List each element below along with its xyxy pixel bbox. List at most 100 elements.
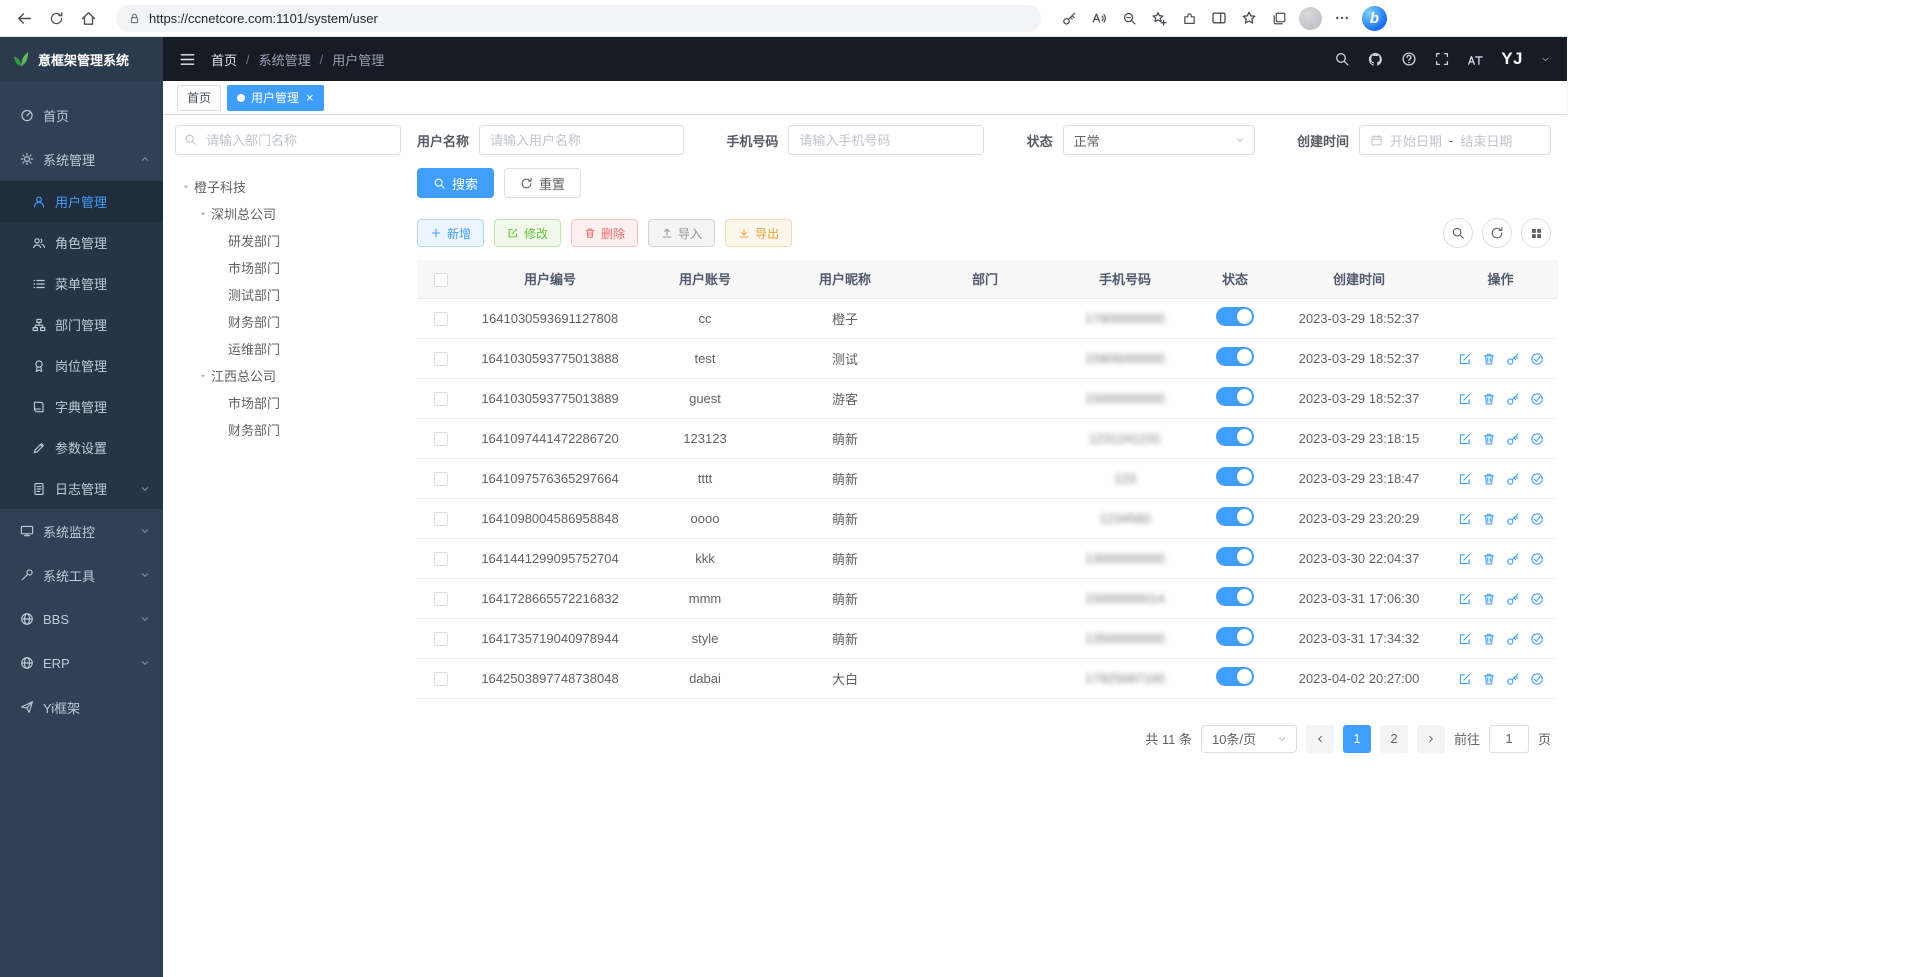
zoom-icon[interactable] xyxy=(1115,4,1143,32)
tree-node[interactable]: 江西总公司 xyxy=(175,362,401,389)
sidebar-item-bbs[interactable]: BBS xyxy=(0,597,163,641)
reset-password-button[interactable] xyxy=(1506,552,1520,566)
assign-role-button[interactable] xyxy=(1530,472,1544,486)
header-search-icon[interactable] xyxy=(1334,51,1350,67)
assign-role-button[interactable] xyxy=(1530,632,1544,646)
page-2-button[interactable]: 2 xyxy=(1380,725,1408,753)
column-settings-button[interactable] xyxy=(1521,218,1551,248)
assign-role-button[interactable] xyxy=(1530,512,1544,526)
sidebar-item-post-management[interactable]: 岗位管理 xyxy=(0,345,163,386)
status-toggle[interactable] xyxy=(1216,307,1254,326)
sidebar-item-system-tools[interactable]: 系统工具 xyxy=(0,553,163,597)
sidebar-item-system-management[interactable]: 系统管理 xyxy=(0,137,163,181)
status-toggle[interactable] xyxy=(1216,347,1254,366)
tab-user-management[interactable]: 用户管理 × xyxy=(227,85,324,111)
sidebar-item-erp[interactable]: ERP xyxy=(0,641,163,685)
tree-node[interactable]: 深圳总公司 xyxy=(175,200,401,227)
copilot-icon[interactable]: b xyxy=(1362,6,1387,31)
edit-button[interactable]: 修改 xyxy=(494,219,561,247)
goto-page-input[interactable] xyxy=(1489,725,1529,753)
caret-down-icon[interactable] xyxy=(194,371,211,381)
row-edit-button[interactable] xyxy=(1458,352,1472,366)
read-aloud-icon[interactable] xyxy=(1085,4,1113,32)
page-1-button[interactable]: 1 xyxy=(1343,725,1371,753)
caret-down-icon[interactable] xyxy=(194,209,211,219)
reset-password-button[interactable] xyxy=(1506,392,1520,406)
status-toggle[interactable] xyxy=(1216,547,1254,566)
row-checkbox[interactable] xyxy=(434,472,448,486)
tab-close-icon[interactable]: × xyxy=(306,91,314,104)
row-checkbox[interactable] xyxy=(434,352,448,366)
reset-password-button[interactable] xyxy=(1506,352,1520,366)
row-checkbox[interactable] xyxy=(434,392,448,406)
status-toggle[interactable] xyxy=(1216,387,1254,406)
breadcrumb-system-management[interactable]: 系统管理 xyxy=(259,50,311,69)
assign-role-button[interactable] xyxy=(1530,392,1544,406)
reset-password-button[interactable] xyxy=(1506,672,1520,686)
sidebar-item-log-management[interactable]: 日志管理 xyxy=(0,468,163,509)
password-key-icon[interactable] xyxy=(1055,4,1083,32)
sidebar-item-dict-management[interactable]: 字典管理 xyxy=(0,386,163,427)
row-checkbox[interactable] xyxy=(434,672,448,686)
assign-role-button[interactable] xyxy=(1530,432,1544,446)
row-checkbox[interactable] xyxy=(434,512,448,526)
browser-menu-icon[interactable] xyxy=(1328,4,1356,32)
phone-input[interactable] xyxy=(788,125,984,155)
status-toggle[interactable] xyxy=(1216,427,1254,446)
row-edit-button[interactable] xyxy=(1458,512,1472,526)
refresh-table-button[interactable] xyxy=(1482,218,1512,248)
assign-role-button[interactable] xyxy=(1530,592,1544,606)
row-edit-button[interactable] xyxy=(1458,472,1472,486)
reset-password-button[interactable] xyxy=(1506,512,1520,526)
fullscreen-icon[interactable] xyxy=(1434,51,1450,67)
tree-node[interactable]: 市场部门 xyxy=(175,389,401,416)
tree-node[interactable]: 研发部门 xyxy=(175,227,401,254)
favorite-add-icon[interactable] xyxy=(1145,4,1173,32)
help-icon[interactable] xyxy=(1401,51,1417,67)
row-delete-button[interactable] xyxy=(1482,552,1496,566)
sidebar-item-param-settings[interactable]: 参数设置 xyxy=(0,427,163,468)
tree-node[interactable]: 财务部门 xyxy=(175,308,401,335)
row-delete-button[interactable] xyxy=(1482,672,1496,686)
row-delete-button[interactable] xyxy=(1482,472,1496,486)
breadcrumb-home[interactable]: 首页 xyxy=(211,50,237,69)
dept-search-input[interactable] xyxy=(175,125,401,155)
export-button[interactable]: 导出 xyxy=(725,219,792,247)
row-delete-button[interactable] xyxy=(1482,392,1496,406)
sidebar-item-menu-management[interactable]: 菜单管理 xyxy=(0,263,163,304)
user-menu-chevron-icon[interactable] xyxy=(1540,54,1551,65)
reset-button[interactable]: 重置 xyxy=(504,168,581,198)
row-edit-button[interactable] xyxy=(1458,392,1472,406)
status-toggle[interactable] xyxy=(1216,667,1254,686)
delete-button[interactable]: 删除 xyxy=(571,219,638,247)
row-edit-button[interactable] xyxy=(1458,672,1472,686)
row-delete-button[interactable] xyxy=(1482,512,1496,526)
select-all-checkbox[interactable] xyxy=(434,273,448,287)
reset-password-button[interactable] xyxy=(1506,592,1520,606)
favorites-icon[interactable] xyxy=(1235,4,1263,32)
row-edit-button[interactable] xyxy=(1458,592,1472,606)
row-delete-button[interactable] xyxy=(1482,592,1496,606)
browser-profile-avatar[interactable] xyxy=(1299,7,1322,30)
row-checkbox[interactable] xyxy=(434,312,448,326)
row-delete-button[interactable] xyxy=(1482,632,1496,646)
sidebar-item-yi-framework[interactable]: Yi框架 xyxy=(0,685,163,729)
sidebar-item-role-management[interactable]: 角色管理 xyxy=(0,222,163,263)
split-screen-icon[interactable] xyxy=(1205,4,1233,32)
row-edit-button[interactable] xyxy=(1458,632,1472,646)
status-toggle[interactable] xyxy=(1216,627,1254,646)
add-button[interactable]: 新增 xyxy=(417,219,484,247)
sidebar-collapse-button[interactable] xyxy=(179,51,196,68)
browser-back-button[interactable] xyxy=(10,4,38,32)
tree-node[interactable]: 市场部门 xyxy=(175,254,401,281)
reset-password-button[interactable] xyxy=(1506,432,1520,446)
github-icon[interactable] xyxy=(1367,51,1384,68)
sidebar-item-system-monitor[interactable]: 系统监控 xyxy=(0,509,163,553)
row-checkbox[interactable] xyxy=(434,632,448,646)
address-bar[interactable]: https://ccnetcore.com:1101/system/user xyxy=(116,5,1041,32)
caret-down-icon[interactable] xyxy=(177,182,194,192)
tree-node[interactable]: 运维部门 xyxy=(175,335,401,362)
tree-node[interactable]: 橙子科技 xyxy=(175,173,401,200)
prev-page-button[interactable] xyxy=(1306,725,1334,753)
browser-refresh-button[interactable] xyxy=(42,4,70,32)
